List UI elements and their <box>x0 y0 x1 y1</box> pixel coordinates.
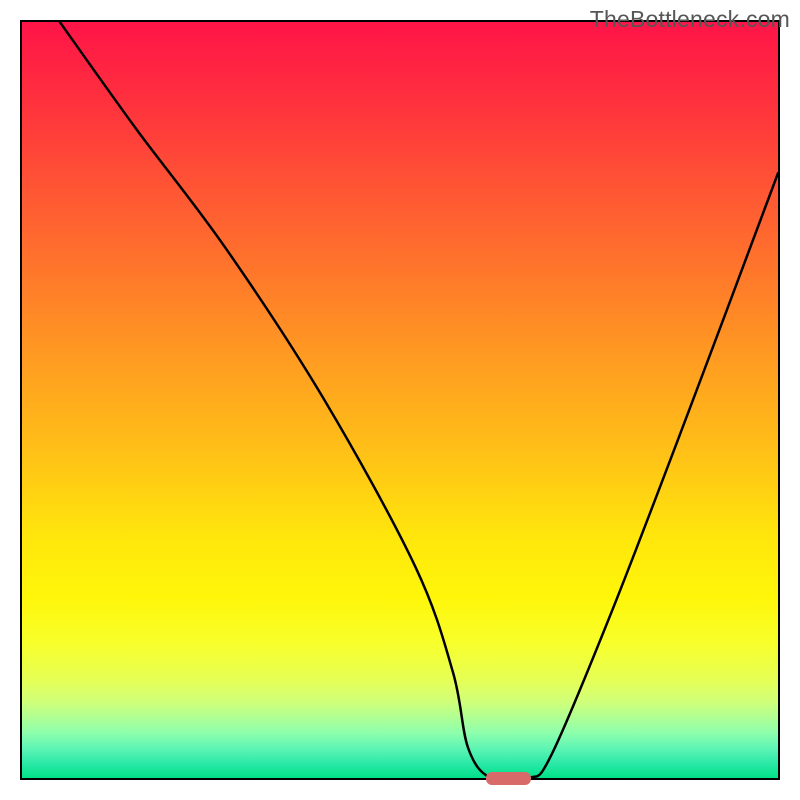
bottleneck-curve <box>22 22 778 778</box>
watermark-text: TheBottleneck.com <box>590 6 790 33</box>
chart-container: TheBottleneck.com <box>0 0 800 800</box>
plot-area <box>20 20 780 780</box>
optimal-marker <box>486 772 532 785</box>
